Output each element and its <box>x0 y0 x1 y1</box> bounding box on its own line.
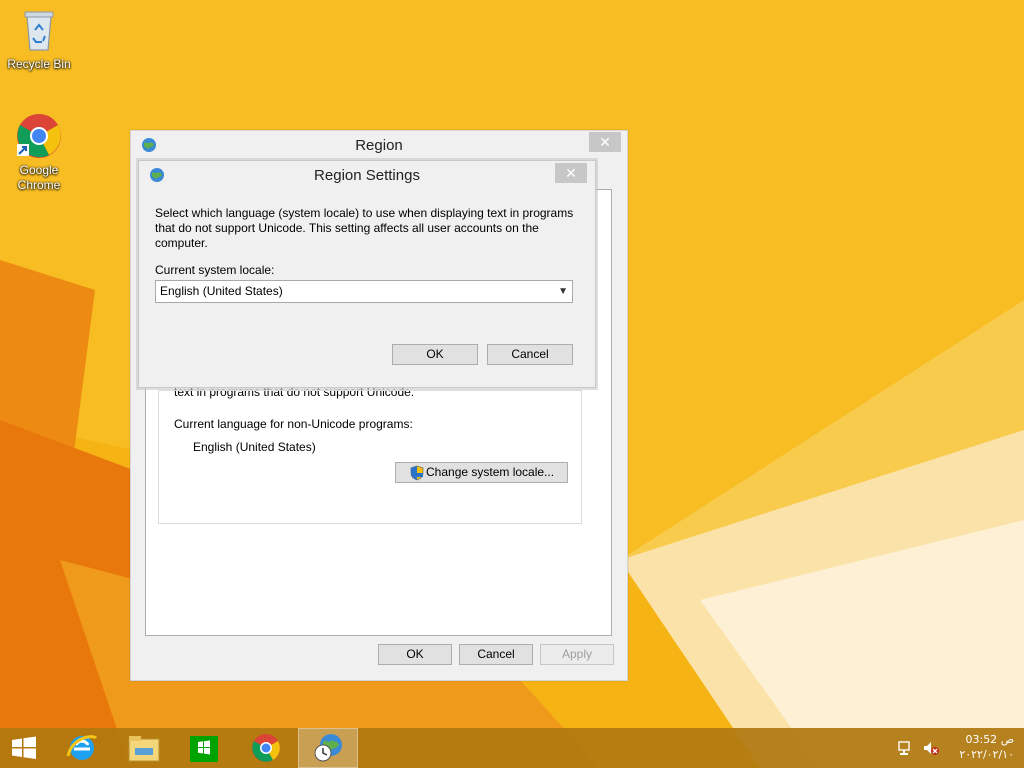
region-icon[interactable] <box>298 728 358 768</box>
cancel-button[interactable]: Cancel <box>459 644 533 665</box>
clock-date: ٢٠٢٢/٠٢/١٠ <box>959 748 1014 761</box>
desktop-icon-label: Recycle Bin <box>7 57 71 71</box>
windows-logo-icon <box>12 736 36 759</box>
change-locale-label: Change system locale... <box>426 465 555 479</box>
volume-muted-icon[interactable] <box>922 740 940 759</box>
chrome-icon <box>15 112 63 160</box>
system-locale-dropdown[interactable]: English (United States) ▼ <box>155 280 573 303</box>
region-settings-body: Select which language (system locale) to… <box>145 191 589 381</box>
clock-time: 03:52 ص <box>965 733 1014 746</box>
change-system-locale-button[interactable]: Change system locale... <box>395 462 568 483</box>
current-language-value: English (United States) <box>193 440 316 454</box>
desktop-icon-label: Google Chrome <box>17 163 61 192</box>
dialog-title: Region Settings <box>314 167 420 184</box>
file-explorer-icon[interactable] <box>113 728 173 768</box>
ok-button[interactable]: OK <box>392 344 478 365</box>
apply-button[interactable]: Apply <box>540 644 614 665</box>
system-locale-value: English (United States) <box>160 284 283 298</box>
current-language-label: Current language for non-Unicode program… <box>174 417 413 431</box>
recycle-bin-icon <box>15 6 63 54</box>
network-icon[interactable] <box>897 740 915 759</box>
cancel-button[interactable]: Cancel <box>487 344 573 365</box>
close-button[interactable]: ✕ <box>555 163 587 183</box>
store-icon[interactable] <box>174 728 234 768</box>
locale-description: Select which language (system locale) to… <box>155 206 574 250</box>
internet-explorer-icon[interactable] <box>52 728 112 768</box>
chrome-icon[interactable] <box>236 728 296 768</box>
taskbar-clock[interactable]: 03:52 ص ٢٠٢٢/٠٢/١٠ <box>959 732 1014 762</box>
system-locale-label: Current system locale: <box>155 263 275 277</box>
desktop-icon-recycle-bin[interactable]: Recycle Bin <box>1 6 77 72</box>
close-button[interactable]: ✕ <box>589 132 621 152</box>
uac-shield-icon <box>410 465 424 487</box>
region-titlebar[interactable]: Region ✕ <box>131 131 627 162</box>
desktop-icon-google-chrome[interactable]: Google Chrome <box>1 112 77 193</box>
start-button[interactable] <box>0 728 48 768</box>
ok-button[interactable]: OK <box>378 644 452 665</box>
region-settings-dialog: Region Settings ✕ Select which language … <box>138 160 596 388</box>
region-settings-titlebar[interactable]: Region Settings ✕ <box>139 161 595 191</box>
chevron-down-icon: ▼ <box>558 286 568 297</box>
window-title: Region <box>355 137 403 154</box>
taskbar: 03:52 ص ٢٠٢٢/٠٢/١٠ <box>0 728 1024 768</box>
language-group-box <box>158 390 582 524</box>
